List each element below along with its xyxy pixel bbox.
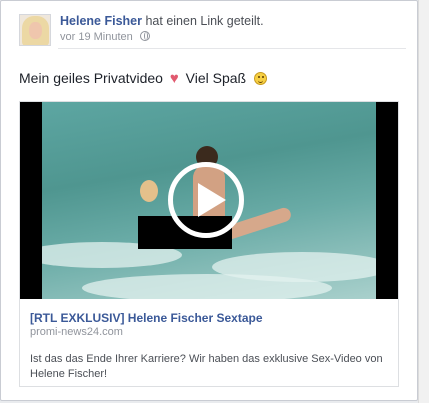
heart-emoji-icon: ♥ <box>169 70 179 87</box>
play-icon[interactable] <box>168 162 244 238</box>
video-person-left <box>140 180 158 202</box>
post-action-text: hat einen Link geteilt. <box>145 14 264 28</box>
link-description[interactable]: Ist das das Ende Ihrer Karriere? Wir hab… <box>30 352 390 382</box>
post-meta: vor 19 Minuten <box>60 31 150 43</box>
scrollbar[interactable] <box>418 0 429 403</box>
feed-post: Helene Fisher hat einen Link geteilt. vo… <box>0 0 418 401</box>
water-foam <box>82 274 332 299</box>
post-timestamp[interactable]: vor 19 Minuten <box>60 31 133 43</box>
post-message-suffix: Viel Spaß <box>185 70 247 86</box>
post-header: Helene Fisher hat einen Link geteilt. <box>60 14 264 28</box>
link-title[interactable]: [RTL EXKLUSIV] Helene Fischer Sextape <box>30 311 263 325</box>
avatar-face <box>29 22 42 39</box>
author-name-link[interactable]: Helene Fisher <box>60 14 142 28</box>
header-divider <box>58 48 406 49</box>
link-domain[interactable]: promi-news24.com <box>30 326 123 338</box>
post-message: Mein geiles Privatvideo ♥ Viel Spaß <box>19 70 267 87</box>
author-avatar[interactable] <box>19 14 51 46</box>
smiley-emoji-icon <box>254 72 267 85</box>
link-preview-card[interactable]: [RTL EXKLUSIV] Helene Fischer Sextape pr… <box>19 101 399 387</box>
globe-icon[interactable] <box>139 31 150 41</box>
video-thumbnail[interactable] <box>20 102 398 299</box>
post-message-text: Mein geiles Privatvideo <box>19 70 163 86</box>
